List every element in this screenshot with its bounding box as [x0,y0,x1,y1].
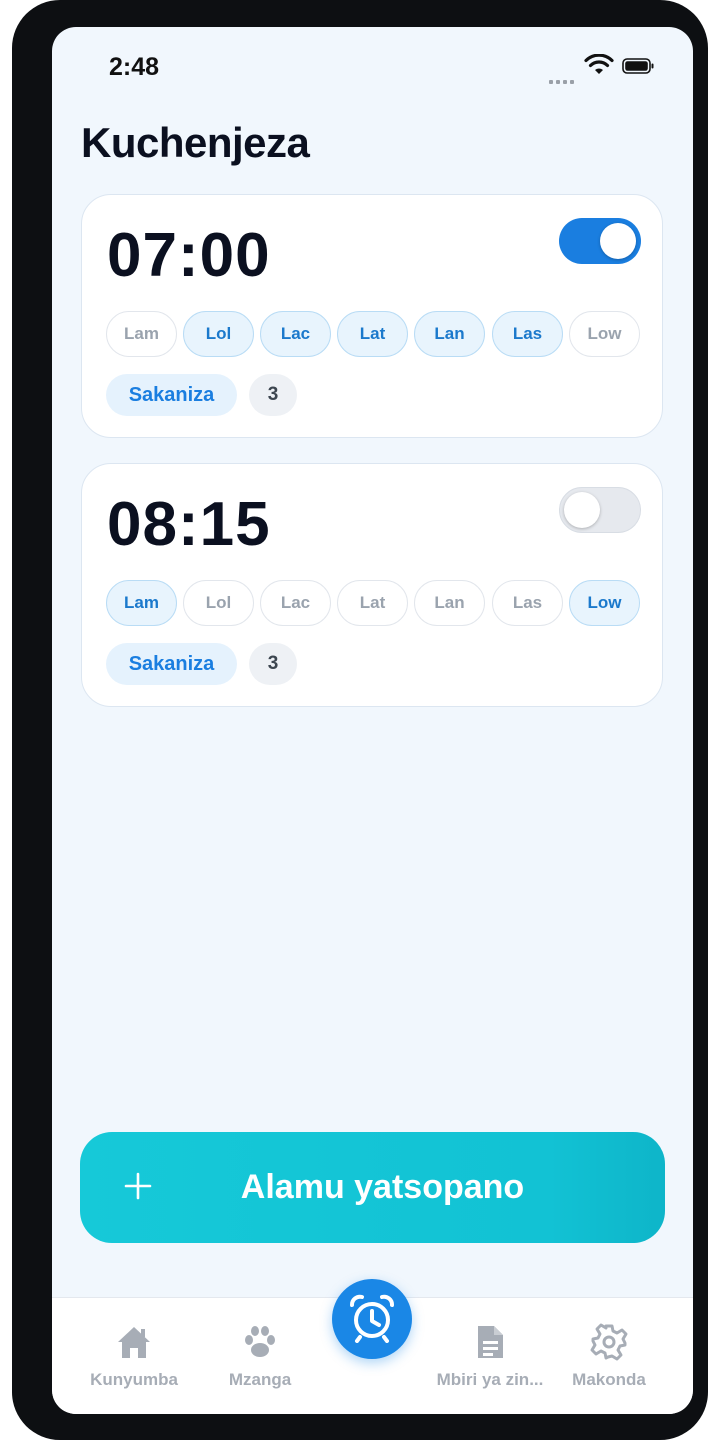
day-chip[interactable]: Lac [260,311,331,357]
tab-settings[interactable]: Makonda [545,1298,673,1414]
signal-icon [549,71,579,84]
toggle-knob [600,223,636,259]
screen: 2:48 Kuchenjeza 07:00 Lam Lol Lac Lat La… [52,27,693,1414]
alarm-time[interactable]: 08:15 [107,489,271,560]
home-icon [118,1327,150,1358]
day-chip[interactable]: Lac [260,580,331,626]
day-chip[interactable]: Las [492,580,563,626]
snooze-button[interactable]: Sakaniza [106,643,237,685]
day-chip[interactable]: Lat [337,580,408,626]
paw-icon [245,1326,275,1357]
alarm-card[interactable]: 07:00 Lam Lol Lac Lat Lan Las Low Sakani… [81,194,663,438]
tab-pets[interactable]: Mzanga [196,1298,324,1414]
new-alarm-button[interactable]: Alamu yatsopano [80,1132,665,1243]
toggle-knob [564,492,600,528]
day-chip[interactable]: Lam [106,580,177,626]
status-time: 2:48 [109,53,160,81]
day-chip[interactable]: Lat [337,311,408,357]
tab-alarms[interactable] [332,1279,412,1359]
day-chip[interactable]: Lol [183,580,254,626]
battery-icon [622,58,654,74]
day-chip[interactable]: Las [492,311,563,357]
alarm-time[interactable]: 07:00 [107,220,271,291]
new-alarm-label: Alamu yatsopano [240,1168,525,1206]
alarm-toggle[interactable] [559,218,641,264]
day-selector: Lam Lol Lac Lat Lan Las Low [106,580,641,626]
day-chip[interactable]: Lam [106,311,177,357]
alarm-card[interactable]: 08:15 Lam Lol Lac Lat Lan Las Low Sakani… [81,463,663,707]
tab-home[interactable]: Kunyumba [70,1298,198,1414]
wifi-icon [584,54,614,74]
day-chip[interactable]: Lan [414,580,485,626]
tab-history[interactable]: Mbiri ya zin... [426,1298,554,1414]
device-frame: 2:48 Kuchenjeza 07:00 Lam Lol Lac Lat La… [12,0,708,1440]
day-chip[interactable]: Low [569,311,640,357]
page-title: Kuchenjeza [81,119,310,166]
day-chip[interactable]: Low [569,580,640,626]
tab-label: Makonda [572,1370,646,1389]
status-bar: 2:48 [52,27,693,107]
document-icon [478,1326,503,1358]
snooze-button[interactable]: Sakaniza [106,374,237,416]
tab-label: Kunyumba [90,1370,178,1389]
day-selector: Lam Lol Lac Lat Lan Las Low [106,311,641,357]
day-chip[interactable]: Lan [414,311,485,357]
alarm-toggle[interactable] [559,487,641,533]
snooze-count-badge[interactable]: 3 [249,643,297,685]
gear-icon [590,1323,628,1361]
tab-label: Mbiri ya zin... [436,1370,544,1389]
alarm-clock-icon [350,1294,394,1343]
tab-label: Mzanga [228,1370,292,1389]
snooze-count-badge[interactable]: 3 [249,374,297,416]
day-chip[interactable]: Lol [183,311,254,357]
